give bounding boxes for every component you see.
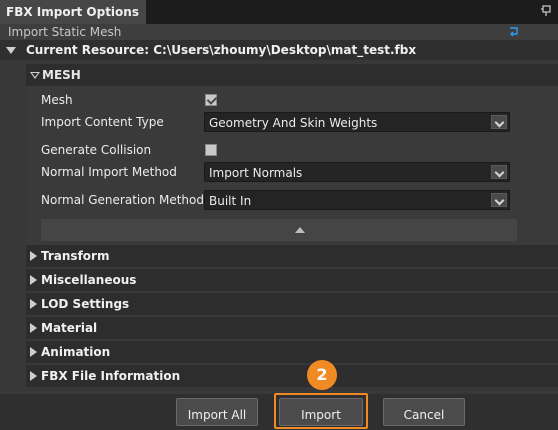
- chevron-down-icon: [6, 47, 16, 54]
- chevron-right-icon: [30, 275, 37, 285]
- section-label: LOD Settings: [41, 297, 130, 311]
- section-lod-settings[interactable]: LOD Settings: [26, 293, 558, 315]
- section-label: Miscellaneous: [41, 273, 137, 287]
- chevron-down-icon: [30, 72, 40, 79]
- import-button-highlight: [274, 393, 368, 429]
- chevron-down-icon: [491, 165, 507, 179]
- chevron-up-icon: [295, 227, 305, 233]
- section-material[interactable]: Material: [26, 317, 558, 339]
- import-content-type-value: Geometry And Skin Weights: [209, 116, 378, 130]
- pin-icon[interactable]: [540, 5, 552, 17]
- chevron-down-icon: [491, 115, 507, 129]
- import-content-type-select[interactable]: Geometry And Skin Weights: [204, 112, 510, 132]
- normal-import-method-value: Import Normals: [209, 166, 303, 180]
- chevron-down-icon: [491, 193, 507, 207]
- current-resource-label: Current Resource: C:\Users\zhoumy\Deskto…: [26, 43, 417, 57]
- generate-collision-label: Generate Collision: [41, 143, 152, 157]
- mesh-section-title: MESH: [42, 68, 81, 82]
- import-all-button[interactable]: Import All: [176, 398, 258, 426]
- section-label: Transform: [41, 249, 110, 263]
- normal-generation-method-value: Built In: [209, 194, 252, 208]
- chevron-right-icon: [30, 371, 37, 381]
- chevron-right-icon: [30, 347, 37, 357]
- generate-collision-checkbox[interactable]: [205, 144, 217, 156]
- section-label: FBX File Information: [41, 369, 181, 383]
- normal-generation-method-select[interactable]: Built In: [204, 190, 510, 210]
- advanced-toggle-bar[interactable]: [41, 219, 517, 241]
- window-title: FBX Import Options: [0, 0, 146, 24]
- normal-import-method-select[interactable]: Import Normals: [204, 162, 510, 182]
- current-resource-bar[interactable]: Current Resource: C:\Users\zhoumy\Deskto…: [0, 40, 558, 60]
- section-label: Material: [41, 321, 98, 335]
- section-fbx-file-information[interactable]: FBX File Information: [26, 365, 558, 387]
- normal-generation-method-label: Normal Generation Method: [41, 193, 204, 207]
- section-label: Animation: [41, 345, 111, 359]
- step-number-badge: 2: [307, 360, 337, 390]
- normal-import-method-label: Normal Import Method: [41, 165, 177, 179]
- section-animation[interactable]: Animation: [26, 341, 558, 363]
- mesh-checkbox[interactable]: [205, 94, 217, 106]
- mesh-label: Mesh: [41, 93, 73, 107]
- cancel-button[interactable]: Cancel: [383, 398, 465, 426]
- import-content-type-label: Import Content Type: [41, 115, 164, 129]
- chevron-right-icon: [30, 299, 37, 309]
- subheader-title: Import Static Mesh: [8, 25, 122, 39]
- mesh-section-header[interactable]: MESH: [26, 64, 558, 86]
- chevron-right-icon: [30, 251, 37, 261]
- chevron-right-icon: [30, 323, 37, 333]
- title-bar: FBX Import Options: [0, 0, 558, 24]
- section-miscellaneous[interactable]: Miscellaneous: [26, 269, 558, 291]
- back-icon[interactable]: [508, 25, 520, 37]
- subheader: Import Static Mesh: [0, 24, 558, 40]
- section-transform[interactable]: Transform: [26, 245, 558, 267]
